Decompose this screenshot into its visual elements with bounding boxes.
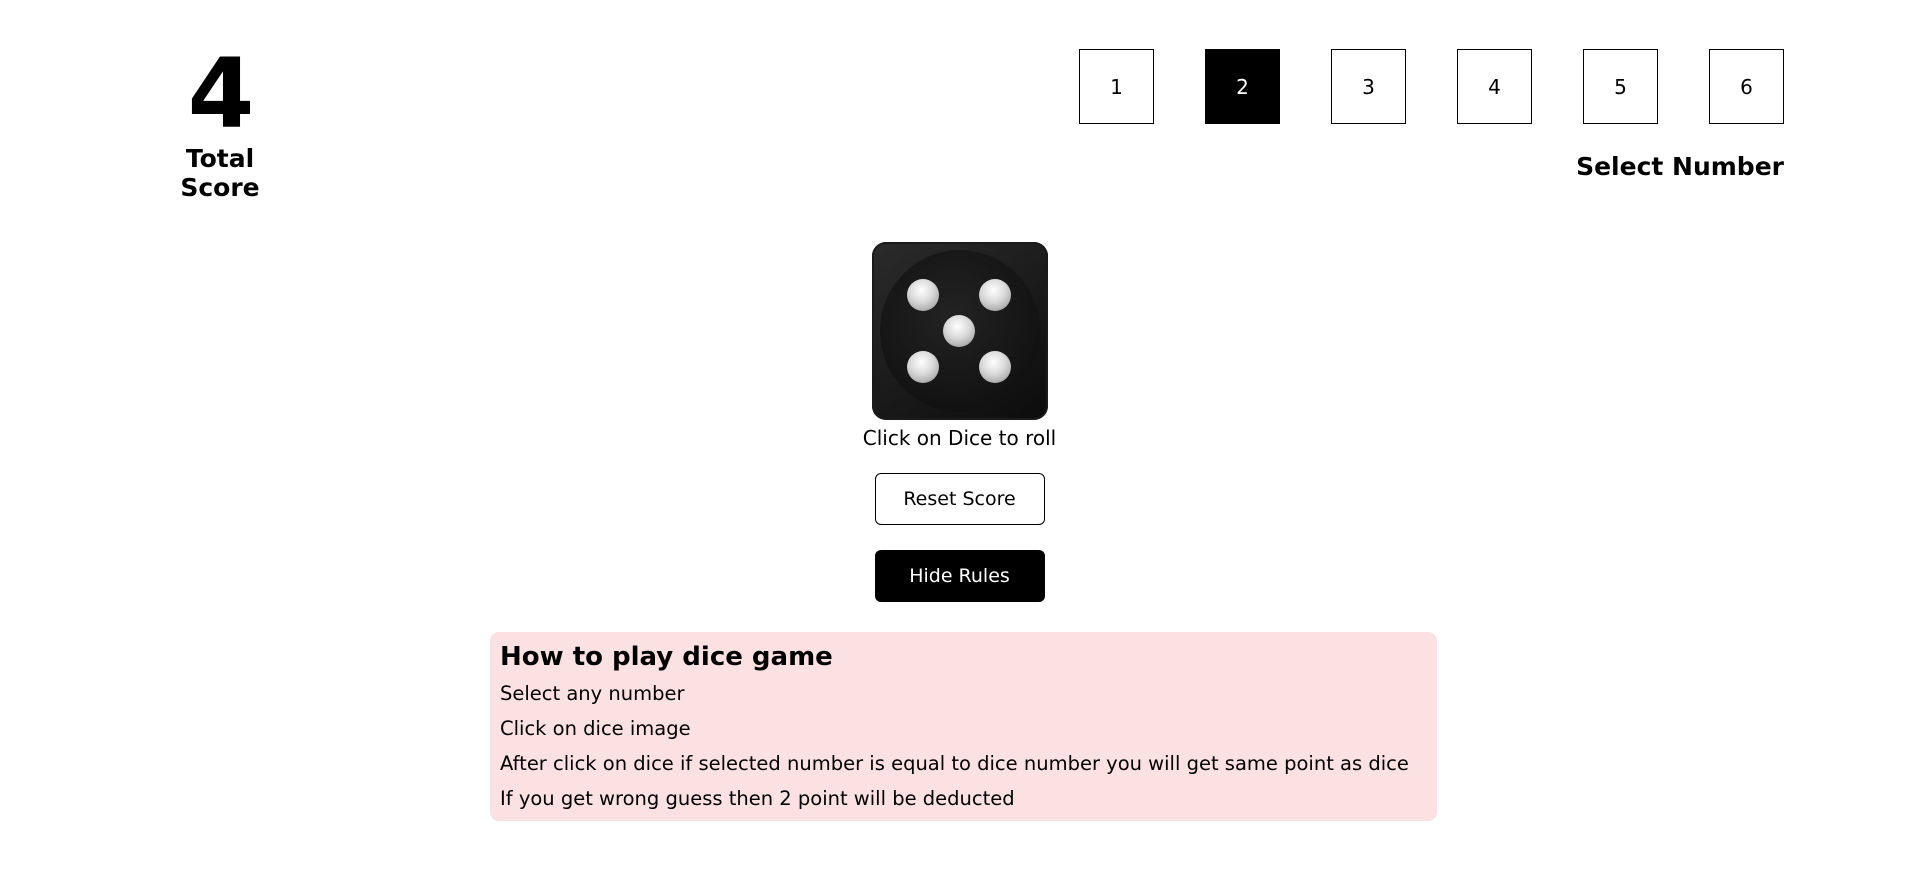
number-box-2[interactable]: 2: [1205, 49, 1280, 124]
dice-pip: [906, 351, 939, 383]
dice-game-page: 4 Total Score 1 2 3 4 5 6 Select Number …: [0, 0, 1919, 875]
rules-line: Select any number: [500, 682, 685, 705]
dice-pip: [942, 315, 975, 347]
rules-line: Click on dice image: [500, 717, 691, 740]
select-number-label: Select Number: [1576, 152, 1784, 181]
number-box-5[interactable]: 5: [1583, 49, 1658, 124]
rules-line: After click on dice if selected number i…: [500, 752, 1409, 775]
dice-pip: [906, 279, 939, 311]
total-score-value: 4: [187, 38, 255, 150]
number-box-3[interactable]: 3: [1331, 49, 1406, 124]
rules-line: If you get wrong guess then 2 point will…: [500, 787, 1015, 810]
reset-score-button[interactable]: Reset Score: [874, 473, 1045, 525]
total-score-block: 4 Total Score: [145, 38, 295, 202]
dice-pip: [978, 351, 1011, 383]
rules-panel: How to play dice game Select any number …: [490, 632, 1437, 821]
number-box-row: 1 2 3 4 5 6: [1079, 49, 1784, 124]
roll-hint-text: Click on Dice to roll: [862, 426, 1057, 450]
dice-pip: [978, 279, 1011, 311]
number-box-6[interactable]: 6: [1709, 49, 1784, 124]
total-score-label: Total Score: [180, 144, 260, 202]
number-box-1[interactable]: 1: [1079, 49, 1154, 124]
rules-title: How to play dice game: [500, 642, 833, 672]
number-selector: 1 2 3 4 5 6 Select Number: [1079, 49, 1784, 181]
number-box-4[interactable]: 4: [1457, 49, 1532, 124]
dice-area: Click on Dice to roll Reset Score Hide R…: [0, 242, 1919, 602]
hide-rules-button[interactable]: Hide Rules: [874, 550, 1045, 602]
dice-button[interactable]: [871, 242, 1048, 420]
